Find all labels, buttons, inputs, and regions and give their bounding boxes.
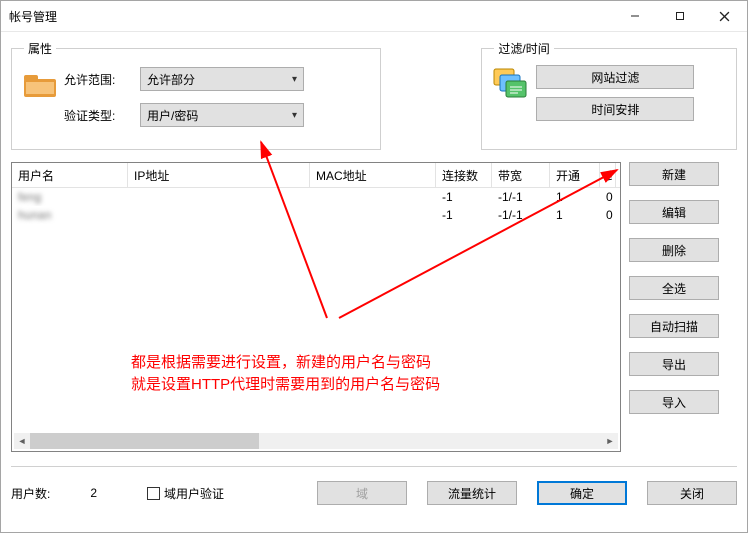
- attributes-group: 属性 允许范围: 允许部分 ▾: [11, 40, 381, 150]
- col-bandwidth[interactable]: 带宽: [492, 163, 550, 187]
- edit-button[interactable]: 编辑: [629, 200, 719, 224]
- cell-mac: [310, 188, 436, 206]
- col-mac[interactable]: MAC地址: [310, 163, 436, 187]
- horizontal-scrollbar[interactable]: ◄ ►: [14, 433, 618, 449]
- cell-conn: -1: [436, 206, 492, 224]
- cell-mac: [310, 206, 436, 224]
- table-row[interactable]: feng -1 -1/-1 1 0: [12, 188, 620, 206]
- minimize-button[interactable]: [612, 2, 657, 31]
- scroll-left-arrow-icon[interactable]: ◄: [14, 433, 30, 449]
- site-filter-button[interactable]: 网站过滤: [536, 65, 694, 89]
- filter-time-legend: 过滤/时间: [494, 40, 553, 57]
- autoscan-button[interactable]: 自动扫描: [629, 314, 719, 338]
- delete-button[interactable]: 删除: [629, 238, 719, 262]
- col-open[interactable]: 开通: [550, 163, 600, 187]
- user-count-value: 2: [90, 486, 97, 500]
- allow-range-label: 允许范围:: [64, 71, 124, 88]
- scroll-right-arrow-icon[interactable]: ►: [602, 433, 618, 449]
- auth-type-select[interactable]: 用户/密码 ▾: [140, 103, 304, 127]
- chevron-down-icon: ▾: [292, 74, 297, 85]
- col-ip[interactable]: IP地址: [128, 163, 310, 187]
- annotation-line1: 都是根据需要进行设置，新建的用户名与密码: [131, 352, 440, 374]
- cell-open: 1: [550, 188, 600, 206]
- windows-stack-icon: [492, 67, 528, 99]
- checkbox-box-icon: [147, 487, 160, 500]
- chevron-down-icon: ▾: [292, 110, 297, 121]
- cell-ip: [128, 188, 310, 206]
- auth-type-label: 验证类型:: [64, 107, 124, 124]
- traffic-stats-button[interactable]: 流量统计: [427, 481, 517, 505]
- domain-auth-label: 域用户验证: [164, 485, 224, 502]
- annotation-text: 都是根据需要进行设置，新建的用户名与密码 就是设置HTTP代理时需要用到的用户名…: [131, 352, 440, 396]
- import-button[interactable]: 导入: [629, 390, 719, 414]
- account-manager-window: 帐号管理 属性: [0, 0, 748, 533]
- table-row[interactable]: hunan -1 -1/-1 1 0: [12, 206, 620, 224]
- domain-button: 域: [317, 481, 407, 505]
- scroll-track[interactable]: [30, 433, 602, 449]
- attributes-legend: 属性: [24, 40, 56, 57]
- schedule-button[interactable]: 时间安排: [536, 97, 694, 121]
- new-button[interactable]: 新建: [629, 162, 719, 186]
- accounts-table[interactable]: 用户名 IP地址 MAC地址 连接数 带宽 开通 纟 feng -1 -1/-1…: [11, 162, 621, 452]
- titlebar: 帐号管理: [1, 1, 747, 32]
- folder-icon: [22, 71, 58, 99]
- side-button-column: 新建 编辑 删除 全选 自动扫描 导出 导入: [629, 162, 719, 452]
- cell-extra: 0: [600, 188, 616, 206]
- auth-type-value: 用户/密码: [147, 107, 198, 124]
- user-count-label: 用户数:: [11, 485, 50, 502]
- close-button[interactable]: [702, 2, 747, 31]
- scroll-thumb[interactable]: [30, 433, 259, 449]
- cell-bw: -1/-1: [492, 206, 550, 224]
- window-controls: [612, 2, 747, 31]
- allow-range-select[interactable]: 允许部分 ▾: [140, 67, 304, 91]
- table-header: 用户名 IP地址 MAC地址 连接数 带宽 开通 纟: [12, 163, 620, 188]
- filter-time-group: 过滤/时间 网站过滤 时间安排: [481, 40, 737, 150]
- allow-range-value: 允许部分: [147, 71, 195, 88]
- ok-button[interactable]: 确定: [537, 481, 627, 505]
- domain-auth-checkbox[interactable]: 域用户验证: [147, 485, 224, 502]
- window-title: 帐号管理: [9, 8, 57, 25]
- export-button[interactable]: 导出: [629, 352, 719, 376]
- cell-open: 1: [550, 206, 600, 224]
- divider: [11, 466, 737, 467]
- col-username[interactable]: 用户名: [12, 163, 128, 187]
- cell-username: hunan: [12, 206, 128, 224]
- close-dialog-button[interactable]: 关闭: [647, 481, 737, 505]
- cell-extra: 0: [600, 206, 616, 224]
- maximize-button[interactable]: [657, 2, 702, 31]
- cell-bw: -1/-1: [492, 188, 550, 206]
- annotation-line2: 就是设置HTTP代理时需要用到的用户名与密码: [131, 374, 440, 396]
- cell-username: feng: [12, 188, 128, 206]
- cell-conn: -1: [436, 188, 492, 206]
- cell-ip: [128, 206, 310, 224]
- col-connections[interactable]: 连接数: [436, 163, 492, 187]
- col-extra[interactable]: 纟: [600, 163, 616, 187]
- select-all-button[interactable]: 全选: [629, 276, 719, 300]
